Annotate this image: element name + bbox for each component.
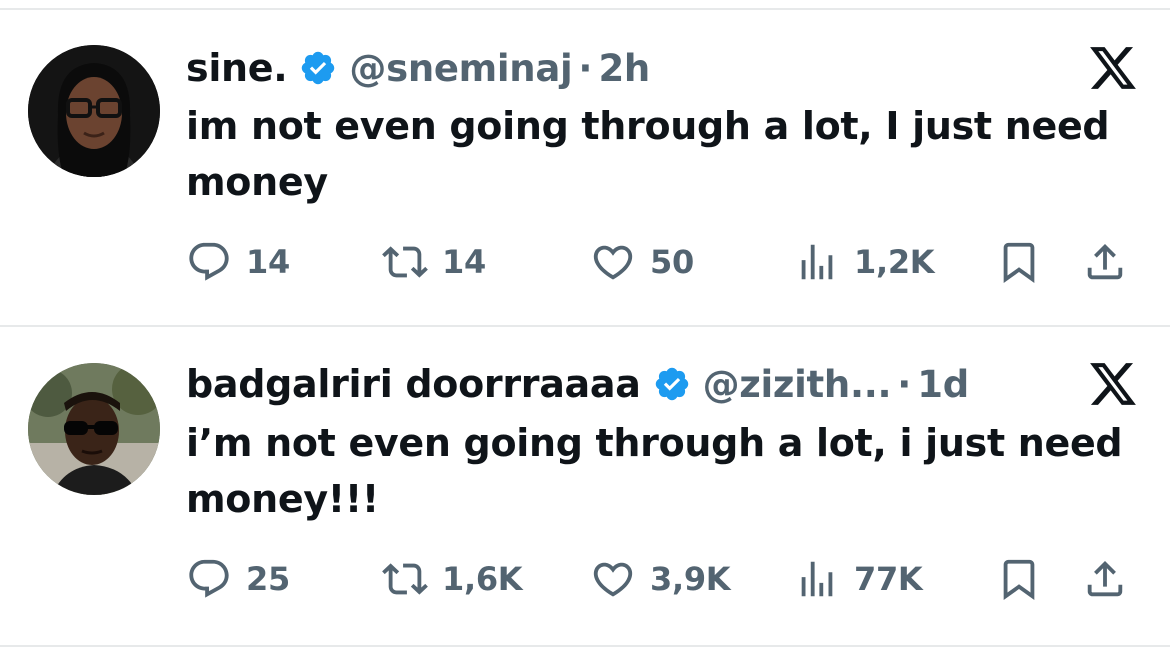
views-chart-icon — [801, 244, 833, 280]
reply-icon — [189, 559, 229, 598]
timestamp[interactable]: 1d — [917, 363, 969, 406]
views-chart-icon — [801, 561, 833, 597]
display-name[interactable]: badgalriri doorrraaaa — [186, 362, 641, 406]
views-button[interactable]: 1,2K — [794, 237, 935, 287]
retweet-button[interactable]: 1,6K — [382, 554, 523, 604]
tweet-2[interactable]: badgalriri doorrraaaa @zizith... · 1d i’… — [0, 327, 1170, 645]
verified-badge-icon — [302, 51, 335, 85]
handle[interactable]: @sneminaj — [349, 47, 572, 90]
display-name[interactable]: sine. — [186, 46, 288, 90]
avatar-image — [28, 363, 160, 495]
avatar[interactable] — [28, 45, 160, 177]
tweet-header: badgalriri doorrraaaa @zizith... · 1d — [186, 361, 969, 407]
action-bar: 14 14 50 1,2K — [186, 237, 1146, 287]
tweet-header: sine. @sneminaj · 2h — [186, 45, 650, 91]
avatar-image — [28, 45, 160, 177]
timestamp[interactable]: 2h — [598, 47, 650, 90]
heart-icon — [593, 245, 633, 280]
reply-count: 25 — [246, 560, 290, 598]
x-logo-icon — [1090, 47, 1136, 89]
share-icon — [1087, 243, 1123, 280]
tweet-1[interactable]: sine. @sneminaj · 2h im not even going t… — [0, 0, 1170, 325]
like-button[interactable]: 3,9K — [590, 554, 731, 604]
retweet-icon — [382, 563, 428, 595]
bookmark-button[interactable] — [996, 554, 1042, 604]
like-count: 3,9K — [650, 560, 731, 598]
like-button[interactable]: 50 — [590, 237, 694, 287]
like-count: 50 — [650, 243, 694, 281]
reply-icon — [189, 242, 229, 281]
share-button[interactable] — [1082, 554, 1128, 604]
retweet-count: 14 — [442, 243, 486, 281]
views-button[interactable]: 77K — [794, 554, 923, 604]
action-bar: 25 1,6K 3,9K 77K — [186, 554, 1146, 604]
separator-dot: · — [897, 362, 912, 406]
bookmark-icon — [1003, 559, 1035, 600]
share-icon — [1087, 560, 1123, 597]
retweet-button[interactable]: 14 — [382, 237, 486, 287]
views-count: 77K — [854, 560, 923, 598]
share-button[interactable] — [1082, 237, 1128, 287]
verified-badge-icon — [655, 367, 688, 401]
bottom-divider — [0, 645, 1170, 647]
retweet-count: 1,6K — [442, 560, 523, 598]
heart-icon — [593, 562, 633, 597]
x-logo-icon — [1090, 363, 1136, 405]
separator-dot: · — [578, 46, 593, 90]
views-count: 1,2K — [854, 243, 935, 281]
avatar[interactable] — [28, 363, 160, 495]
tweet-text: i’m not even going through a lot, i just… — [186, 421, 1123, 521]
reply-button[interactable]: 25 — [186, 554, 290, 604]
bookmark-icon — [1003, 242, 1035, 283]
reply-button[interactable]: 14 — [186, 237, 290, 287]
reply-count: 14 — [246, 243, 290, 281]
retweet-icon — [382, 246, 428, 278]
tweet-text: im not even going through a lot, I just … — [186, 104, 1110, 204]
handle[interactable]: @zizith... — [703, 363, 892, 406]
bookmark-button[interactable] — [996, 237, 1042, 287]
